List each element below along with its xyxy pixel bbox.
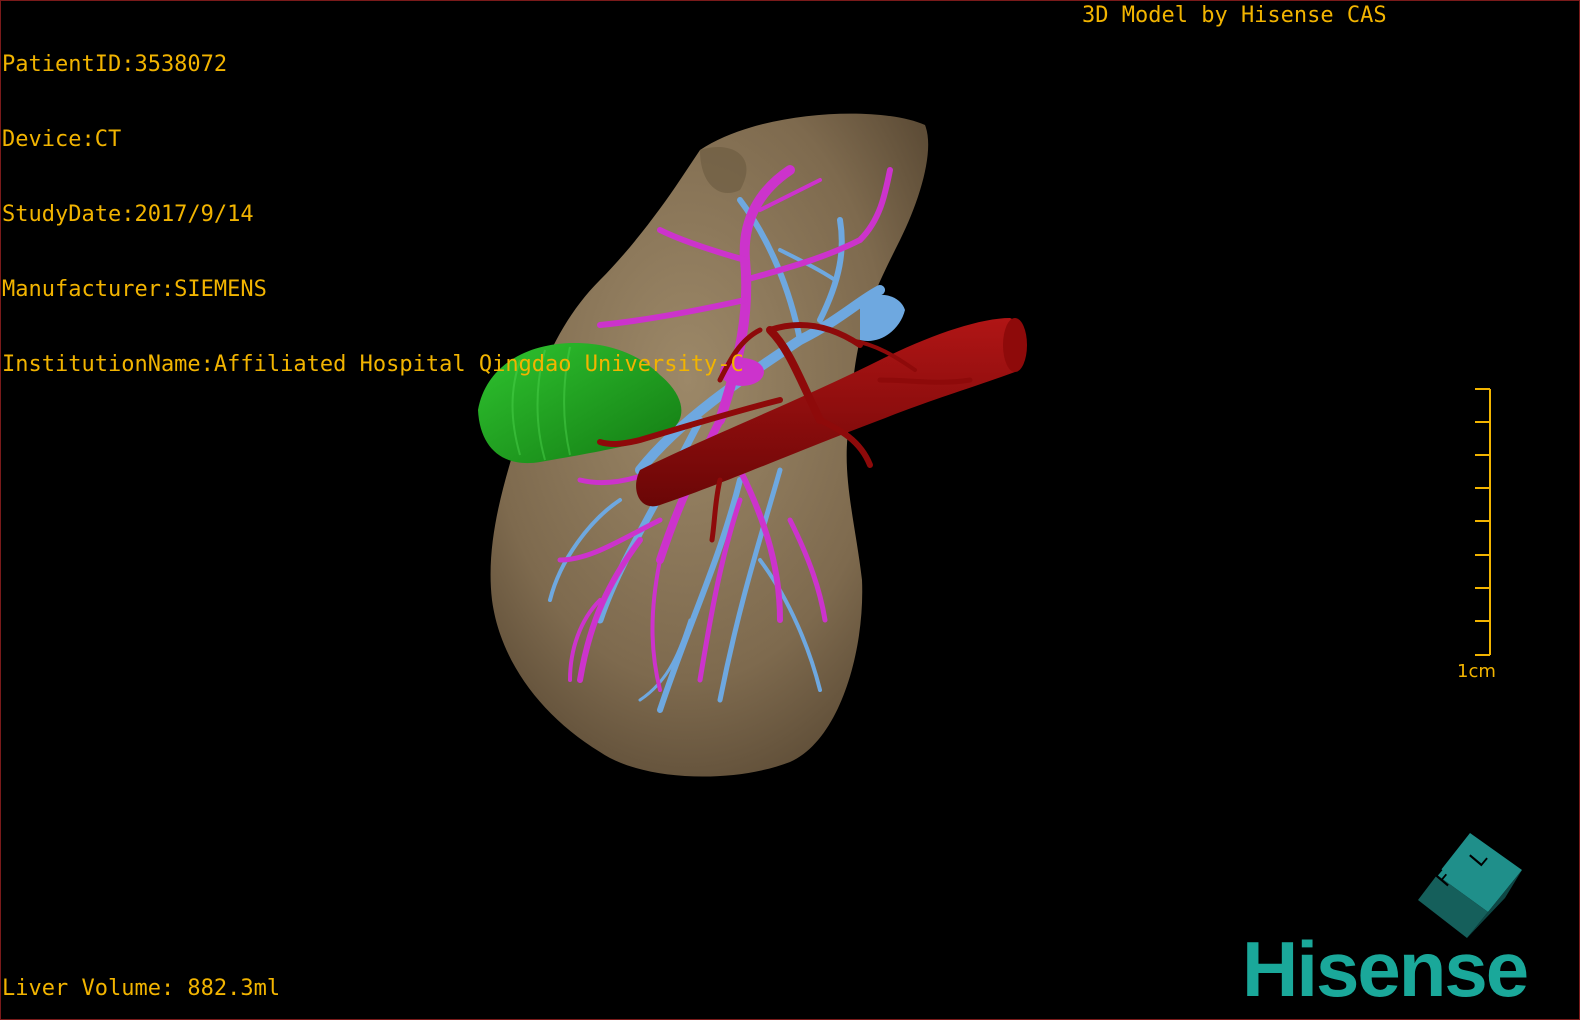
institution-name: InstitutionName:Affiliated Hospital Qing… xyxy=(2,352,744,377)
scale-bar xyxy=(1475,388,1491,656)
dicom-info-overlay: PatientID:3538072 Device:CT StudyDate:20… xyxy=(2,2,744,402)
model-credit: 3D Model by Hisense CAS xyxy=(1082,3,1387,28)
liver-volume: Liver Volume: 882.3ml xyxy=(2,976,281,1001)
study-date: StudyDate:2017/9/14 xyxy=(2,202,254,227)
patient-id: PatientID:3538072 xyxy=(2,52,228,77)
device: Device:CT xyxy=(2,127,122,152)
hisense-logo: Hisense xyxy=(1242,925,1529,1013)
orientation-cube-icon: F L xyxy=(1418,833,1522,938)
scale-bar-label: 1cm xyxy=(1457,661,1496,682)
manufacturer: Manufacturer:SIEMENS xyxy=(2,277,267,302)
